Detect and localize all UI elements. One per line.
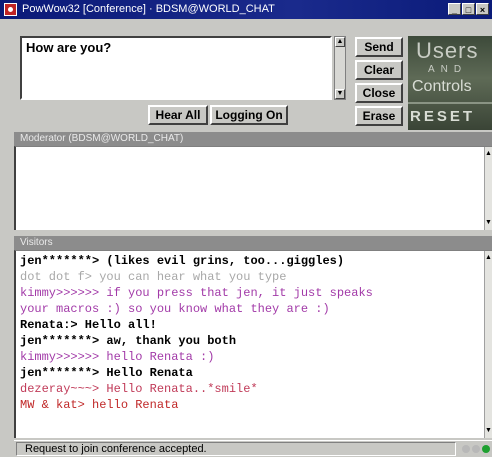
scroll-down-icon[interactable]: ▼	[335, 89, 345, 99]
scroll-up-icon[interactable]: ▲	[485, 149, 492, 159]
logo-line-users: Users	[416, 38, 479, 63]
chat-message: kimmy>>>>>> hello Renata :)	[20, 350, 215, 364]
status-lamp-icon	[472, 445, 480, 453]
logo-line-and: AND	[428, 64, 468, 75]
scroll-down-icon[interactable]: ▼	[485, 218, 492, 228]
visitors-pane[interactable]: jen*******> (likes evil grins, too...gig…	[14, 250, 492, 438]
status-lamps	[462, 445, 490, 453]
maximize-button[interactable]: □	[462, 3, 475, 15]
chat-message: your macros :) so you know what they are…	[20, 302, 330, 316]
scroll-down-icon[interactable]: ▼	[485, 426, 492, 436]
message-input[interactable]: How are you?	[20, 36, 332, 100]
logo-divider	[408, 102, 492, 104]
status-lamp-icon	[462, 445, 470, 453]
status-bar: Request to join conference accepted.	[14, 440, 492, 457]
chat-message: dezeray~~~> Hello Renata..*smile*	[20, 382, 258, 396]
chat-message: kimmy>>>>>> if you press that jen, it ju…	[20, 286, 373, 300]
window-controls: _ □ ×	[448, 3, 489, 15]
erase-button[interactable]: Erase	[355, 106, 403, 126]
chat-log: jen*******> (likes evil grins, too...gig…	[20, 253, 482, 413]
clear-button[interactable]: Clear	[355, 60, 403, 80]
message-input-scrollbar[interactable]: ▲ ▼	[334, 36, 346, 100]
chat-message: jen*******> aw, thank you both	[20, 334, 237, 348]
logo-line-controls: Controls	[412, 78, 472, 95]
moderator-header: Moderator (BDSM@WORLD_CHAT)	[14, 132, 492, 146]
close-button[interactable]: Close	[355, 83, 403, 103]
app-icon[interactable]	[4, 3, 17, 16]
logging-on-button[interactable]: Logging On	[210, 105, 288, 125]
chat-message: jen*******> Hello Renata	[20, 366, 193, 380]
status-text: Request to join conference accepted.	[16, 442, 456, 456]
hear-all-button[interactable]: Hear All	[148, 105, 208, 125]
title-bar: PowWow32 [Conference] · BDSM@WORLD_CHAT …	[0, 0, 492, 19]
visitors-header: Visitors	[14, 236, 492, 250]
moderator-pane[interactable]: ▲ ▼	[14, 146, 492, 230]
moderator-scrollbar[interactable]: ▲ ▼	[484, 147, 492, 230]
scroll-up-icon[interactable]: ▲	[335, 37, 345, 47]
chat-message: Renata:> Hello all!	[20, 318, 157, 332]
chat-message: dot dot f> you can hear what you type	[20, 270, 287, 284]
visitors-scrollbar[interactable]: ▲ ▼	[484, 251, 492, 438]
users-and-controls-logo[interactable]: Users AND Controls RESET	[408, 36, 492, 130]
window-title: PowWow32 [Conference] · BDSM@WORLD_CHAT	[22, 3, 275, 15]
scroll-up-icon[interactable]: ▲	[485, 253, 492, 263]
status-lamp-active-icon	[482, 445, 490, 453]
logo-line-reset: RESET	[410, 108, 476, 125]
chat-message: MW & kat> hello Renata	[20, 398, 179, 412]
chat-message: jen*******> (likes evil grins, too...gig…	[20, 254, 345, 268]
send-button[interactable]: Send	[355, 37, 403, 57]
minimize-button[interactable]: _	[448, 3, 461, 15]
close-window-button[interactable]: ×	[476, 3, 489, 15]
